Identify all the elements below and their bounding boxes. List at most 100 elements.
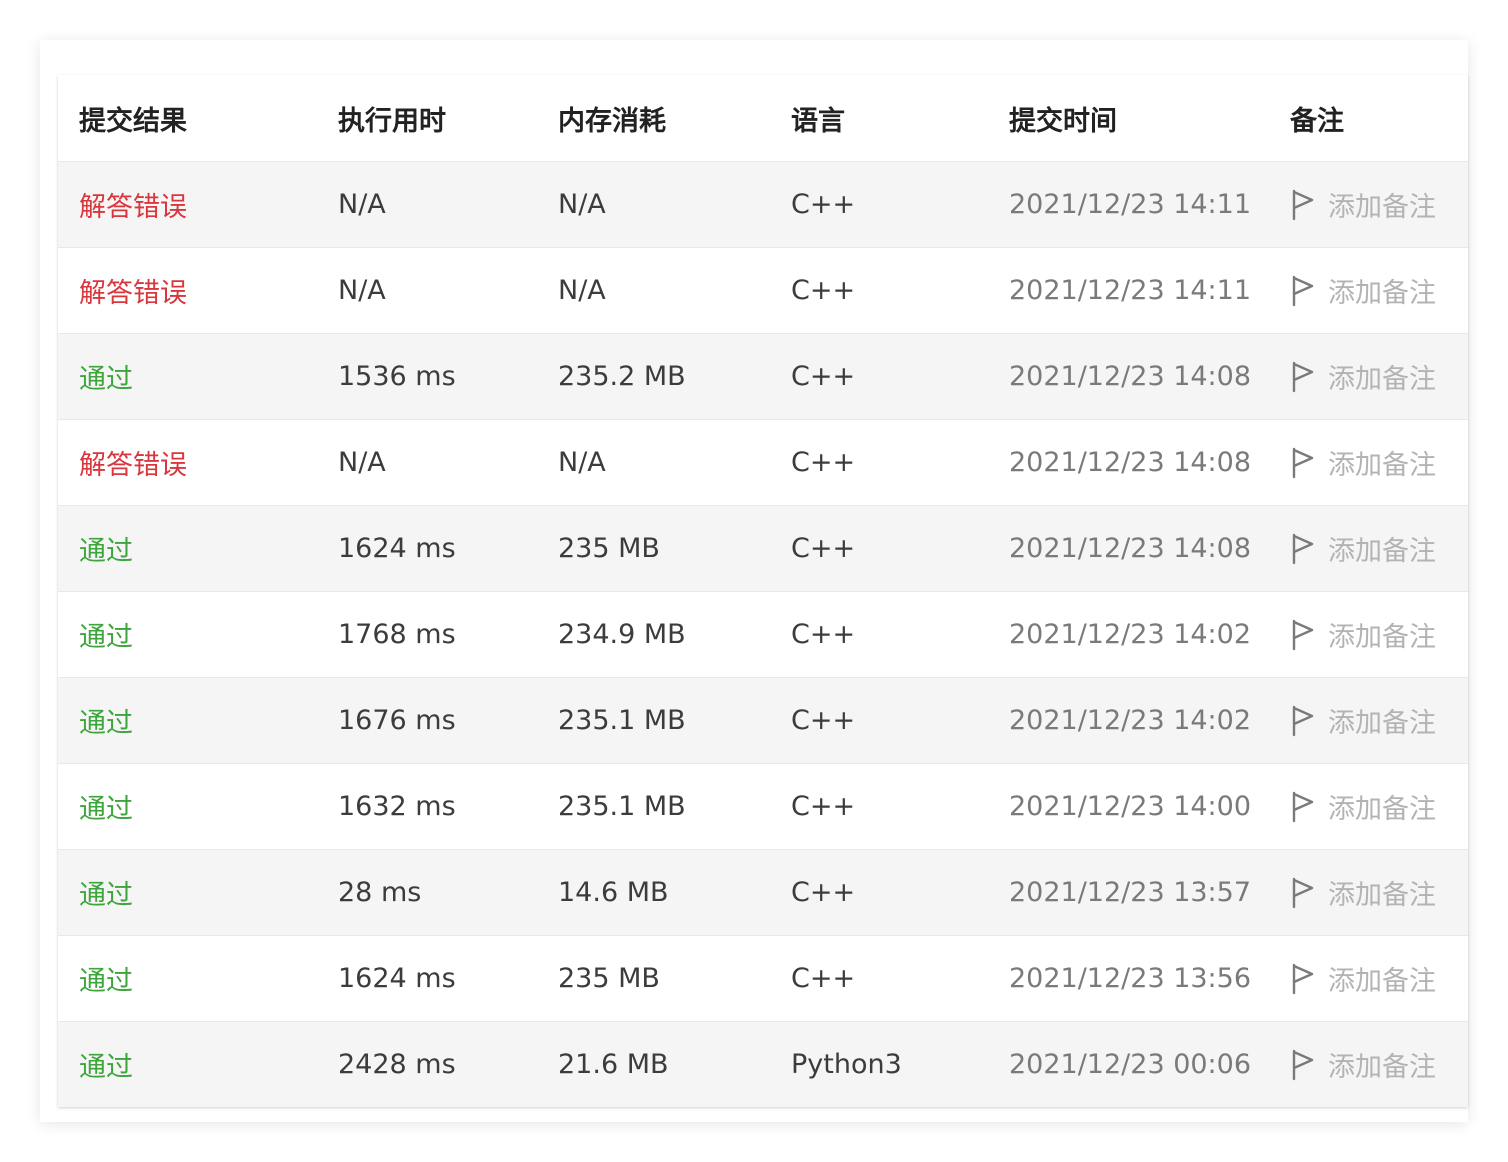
submit-time-value: 2021/12/23 13:57 xyxy=(1009,877,1252,908)
add-note-button[interactable]: 添加备注 xyxy=(1290,248,1436,333)
table-row: 通过 1624 ms 235 MB C++ 2021/12/23 13:56 添加备注 xyxy=(58,935,1468,1021)
runtime-value: N/A xyxy=(338,447,386,478)
submissions-card: 提交结果 执行用时 内存消耗 语言 提交时间 备注 解答错误 N/A N/A C++ 2… xyxy=(40,40,1468,1122)
result-link[interactable]: 通过 xyxy=(79,334,133,419)
flag-icon xyxy=(1290,877,1316,909)
runtime-value: N/A xyxy=(338,189,386,220)
language-value: C++ xyxy=(791,533,856,564)
header-note: 备注 xyxy=(1290,105,1344,137)
submit-time-value: 2021/12/23 14:08 xyxy=(1009,447,1252,478)
runtime-value: N/A xyxy=(338,275,386,306)
table-row: 通过 1676 ms 235.1 MB C++ 2021/12/23 14:02 添加备注 xyxy=(58,677,1468,763)
table-row: 解答错误 N/A N/A C++ 2021/12/23 14:11 添加备注 xyxy=(58,247,1468,333)
header-runtime: 执行用时 xyxy=(338,105,446,137)
runtime-value: 1624 ms xyxy=(338,963,456,994)
result-link[interactable]: 通过 xyxy=(79,936,133,1021)
language-value: C++ xyxy=(791,619,856,650)
memory-value: 14.6 MB xyxy=(558,877,669,908)
flag-icon xyxy=(1290,1049,1316,1081)
memory-value: N/A xyxy=(558,447,606,478)
table-row: 通过 1536 ms 235.2 MB C++ 2021/12/23 14:08 添加备注 xyxy=(58,333,1468,419)
add-note-label: 添加备注 xyxy=(1328,708,1436,739)
table-body: 解答错误 N/A N/A C++ 2021/12/23 14:11 添加备注 解答错误 N/A… xyxy=(58,161,1468,1107)
runtime-value: 1632 ms xyxy=(338,791,456,822)
runtime-value: 1624 ms xyxy=(338,533,456,564)
memory-value: 21.6 MB xyxy=(558,1049,669,1080)
add-note-button[interactable]: 添加备注 xyxy=(1290,506,1436,591)
submit-time-value: 2021/12/23 14:08 xyxy=(1009,533,1252,564)
header-result: 提交结果 xyxy=(79,105,187,137)
add-note-label: 添加备注 xyxy=(1328,450,1436,481)
add-note-label: 添加备注 xyxy=(1328,536,1436,567)
memory-value: 235.1 MB xyxy=(558,705,686,736)
flag-icon xyxy=(1290,533,1316,565)
add-note-button[interactable]: 添加备注 xyxy=(1290,850,1436,935)
submit-time-value: 2021/12/23 14:02 xyxy=(1009,619,1252,650)
result-link[interactable]: 通过 xyxy=(79,506,133,591)
runtime-value: 2428 ms xyxy=(338,1049,456,1080)
flag-icon xyxy=(1290,361,1316,393)
result-link[interactable]: 通过 xyxy=(79,764,133,849)
table-row: 通过 1624 ms 235 MB C++ 2021/12/23 14:08 添加备注 xyxy=(58,505,1468,591)
submit-time-value: 2021/12/23 14:11 xyxy=(1009,189,1252,220)
submissions-table: 提交结果 执行用时 内存消耗 语言 提交时间 备注 解答错误 N/A N/A C++ 2… xyxy=(58,75,1468,1107)
header-memory: 内存消耗 xyxy=(558,105,666,137)
add-note-label: 添加备注 xyxy=(1328,622,1436,653)
language-value: C++ xyxy=(791,275,856,306)
language-value: C++ xyxy=(791,963,856,994)
table-row: 通过 2428 ms 21.6 MB Python3 2021/12/23 00:06 添… xyxy=(58,1021,1468,1107)
submit-time-value: 2021/12/23 13:56 xyxy=(1009,963,1252,994)
table-row: 通过 1632 ms 235.1 MB C++ 2021/12/23 14:00 添加备注 xyxy=(58,763,1468,849)
submit-time-value: 2021/12/23 14:08 xyxy=(1009,361,1252,392)
flag-icon xyxy=(1290,705,1316,737)
header-language: 语言 xyxy=(791,105,845,137)
add-note-label: 添加备注 xyxy=(1328,364,1436,395)
flag-icon xyxy=(1290,791,1316,823)
result-link[interactable]: 解答错误 xyxy=(79,420,187,505)
language-value: C++ xyxy=(791,791,856,822)
result-link[interactable]: 通过 xyxy=(79,592,133,677)
add-note-button[interactable]: 添加备注 xyxy=(1290,162,1436,247)
flag-icon xyxy=(1290,447,1316,479)
result-link[interactable]: 解答错误 xyxy=(79,248,187,333)
language-value: C++ xyxy=(791,189,856,220)
memory-value: N/A xyxy=(558,189,606,220)
add-note-button[interactable]: 添加备注 xyxy=(1290,420,1436,505)
language-value: C++ xyxy=(791,447,856,478)
submit-time-value: 2021/12/23 00:06 xyxy=(1009,1049,1252,1080)
language-value: Python3 xyxy=(791,1049,902,1080)
add-note-label: 添加备注 xyxy=(1328,880,1436,911)
add-note-button[interactable]: 添加备注 xyxy=(1290,678,1436,763)
language-value: C++ xyxy=(791,361,856,392)
runtime-value: 1676 ms xyxy=(338,705,456,736)
add-note-button[interactable]: 添加备注 xyxy=(1290,334,1436,419)
memory-value: 235 MB xyxy=(558,533,660,564)
add-note-button[interactable]: 添加备注 xyxy=(1290,592,1436,677)
add-note-label: 添加备注 xyxy=(1328,1052,1436,1083)
memory-value: 235 MB xyxy=(558,963,660,994)
result-link[interactable]: 通过 xyxy=(79,850,133,935)
result-link[interactable]: 解答错误 xyxy=(79,162,187,247)
table-row: 解答错误 N/A N/A C++ 2021/12/23 14:11 添加备注 xyxy=(58,161,1468,247)
add-note-label: 添加备注 xyxy=(1328,192,1436,223)
runtime-value: 1768 ms xyxy=(338,619,456,650)
language-value: C++ xyxy=(791,705,856,736)
add-note-label: 添加备注 xyxy=(1328,794,1436,825)
table-header: 提交结果 执行用时 内存消耗 语言 提交时间 备注 xyxy=(58,75,1468,161)
memory-value: N/A xyxy=(558,275,606,306)
add-note-button[interactable]: 添加备注 xyxy=(1290,764,1436,849)
add-note-button[interactable]: 添加备注 xyxy=(1290,1022,1436,1107)
submit-time-value: 2021/12/23 14:11 xyxy=(1009,275,1252,306)
add-note-button[interactable]: 添加备注 xyxy=(1290,936,1436,1021)
submit-time-value: 2021/12/23 14:02 xyxy=(1009,705,1252,736)
table-row: 通过 28 ms 14.6 MB C++ 2021/12/23 13:57 添加备注 xyxy=(58,849,1468,935)
result-link[interactable]: 通过 xyxy=(79,678,133,763)
language-value: C++ xyxy=(791,877,856,908)
runtime-value: 1536 ms xyxy=(338,361,456,392)
header-submit-time: 提交时间 xyxy=(1009,105,1117,137)
flag-icon xyxy=(1290,619,1316,651)
result-link[interactable]: 通过 xyxy=(79,1022,133,1107)
flag-icon xyxy=(1290,189,1316,221)
memory-value: 234.9 MB xyxy=(558,619,686,650)
memory-value: 235.1 MB xyxy=(558,791,686,822)
